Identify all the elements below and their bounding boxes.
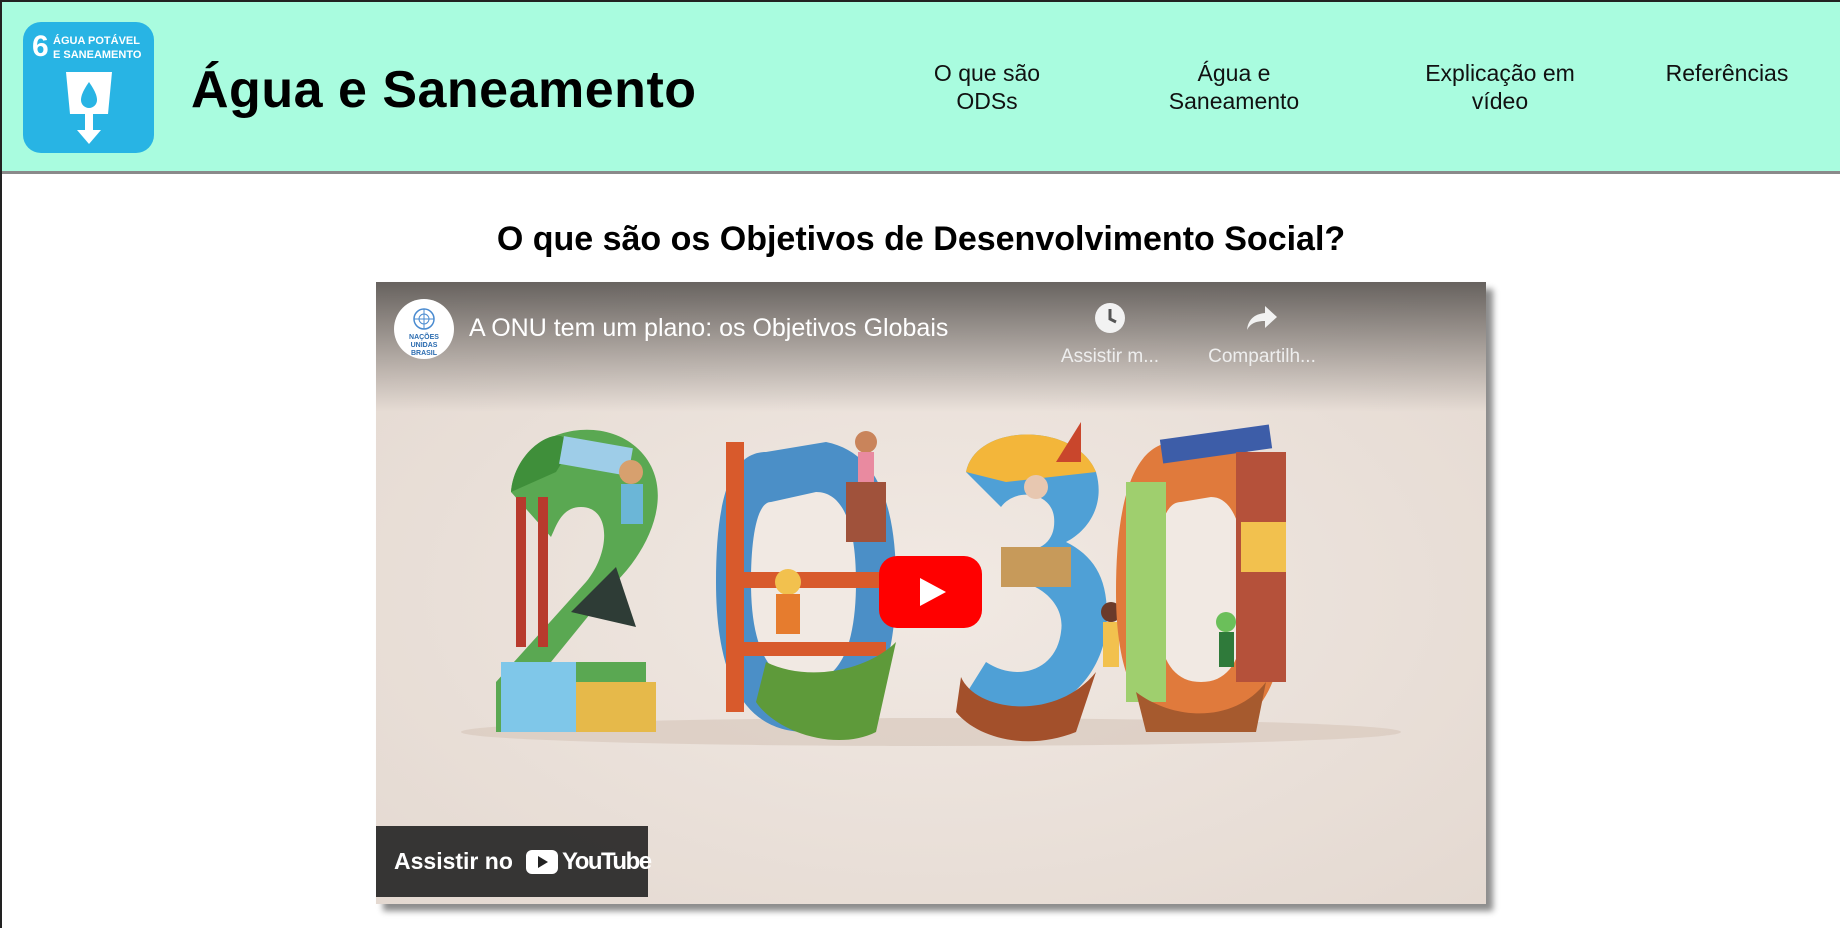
logo-number: 6 bbox=[32, 30, 49, 63]
site-header: 6 ÁGUA POTÁVEL E SANEAMENTO Água e Sanea… bbox=[2, 2, 1840, 174]
youtube-wordmark: YouTube bbox=[562, 848, 652, 875]
watch-later-label: Assistir m... bbox=[1060, 346, 1160, 367]
digit-0-art-1 bbox=[716, 431, 896, 741]
watch-later-button[interactable]: Assistir m... bbox=[1040, 302, 1180, 368]
share-label: Compartilh... bbox=[1208, 346, 1316, 367]
channel-name: NAÇÕES UNIDAS BRASIL bbox=[394, 334, 454, 358]
nav-item-video[interactable]: Explicação em vídeo bbox=[1405, 59, 1595, 115]
play-icon bbox=[920, 578, 946, 606]
site-title: Água e Saneamento bbox=[191, 61, 697, 119]
youtube-play-icon bbox=[526, 850, 558, 874]
video-title[interactable]: A ONU tem um plano: os Objetivos Globais bbox=[469, 314, 948, 343]
nav-label-line2: Saneamento bbox=[1168, 88, 1300, 114]
channel-avatar[interactable]: NAÇÕES UNIDAS BRASIL bbox=[394, 299, 454, 359]
play-button[interactable] bbox=[879, 556, 982, 628]
nav-label-line1: Referências bbox=[1665, 60, 1789, 86]
nav-label-line2: ODSs bbox=[956, 88, 1018, 114]
page-heading: O que são os Objetivos de Desenvolviment… bbox=[496, 220, 1346, 258]
channel-line1: NAÇÕES bbox=[409, 334, 439, 341]
channel-line2: UNIDAS bbox=[410, 342, 438, 349]
youtube-embed[interactable]: NAÇÕES UNIDAS BRASIL A ONU tem um plano:… bbox=[376, 282, 1486, 904]
nav-label-line1: O que são bbox=[933, 60, 1041, 86]
nav-item-agua-saneamento[interactable]: Água e Saneamento bbox=[1149, 59, 1319, 115]
sdg6-logo[interactable]: 6 ÁGUA POTÁVEL E SANEAMENTO bbox=[23, 22, 154, 153]
nav-label-line1: Água e bbox=[1197, 60, 1271, 86]
water-glass-icon bbox=[66, 72, 112, 144]
nav-label-line2: vídeo bbox=[1471, 88, 1529, 114]
logo-caption: ÁGUA POTÁVEL E SANEAMENTO bbox=[53, 34, 153, 62]
nav-item-odss[interactable]: O que são ODSs bbox=[902, 59, 1072, 115]
digit-0-art-2 bbox=[1116, 424, 1286, 732]
logo-caption-line2: E SANEAMENTO bbox=[53, 49, 142, 61]
logo-caption-line1: ÁGUA POTÁVEL bbox=[53, 35, 140, 47]
share-arrow-icon bbox=[1247, 306, 1277, 330]
share-button[interactable]: Compartilh... bbox=[1192, 302, 1332, 368]
nav-label-line1: Explicação em bbox=[1425, 60, 1575, 86]
nav-item-referencias[interactable]: Referências bbox=[1652, 59, 1802, 87]
watch-on-label: Assistir no bbox=[394, 848, 513, 874]
channel-line3: BRASIL bbox=[410, 350, 438, 357]
clock-icon bbox=[1095, 303, 1125, 333]
watch-on-youtube-button[interactable]: Assistir no YouTube bbox=[376, 826, 652, 897]
